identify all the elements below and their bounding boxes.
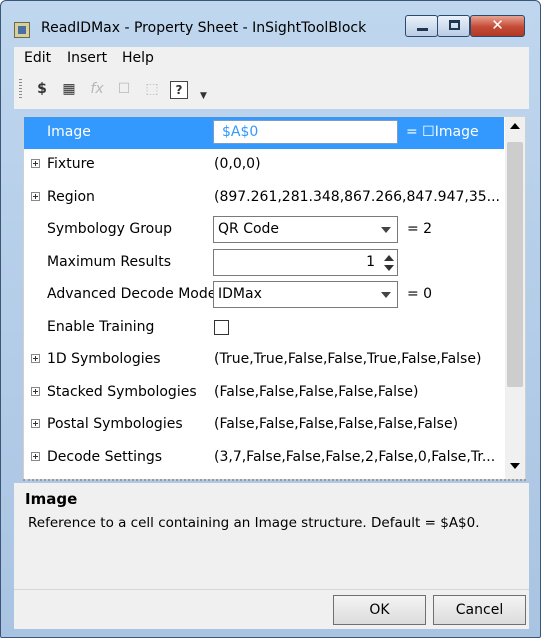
close-button[interactable]: ✕ [470,15,525,37]
property-row-stacked-symbologies[interactable]: Stacked Symbologies (False,False,False,F… [24,377,504,409]
expand-icon[interactable] [31,192,40,201]
menu-insert[interactable]: Insert [67,50,107,66]
expand-icon[interactable] [31,159,40,168]
menu-help[interactable]: Help [122,50,154,66]
property-name: Enable Training [47,319,155,335]
window-title: ReadIDMax - Property Sheet - InSightTool… [41,20,367,36]
function-icon[interactable]: fx [87,79,107,99]
property-value: (897.261,281.348,867.266,847.947,35... [214,189,501,205]
minimize-button[interactable] [405,15,438,37]
property-value: (False,False,False,False,False,False) [214,416,459,432]
ok-button[interactable]: OK [333,595,426,625]
property-name: Image [47,124,91,140]
property-name: Symbology Group [47,221,172,237]
description-text: Reference to a cell containing an Image … [28,515,480,531]
property-row-enable-training[interactable]: Enable Training [24,312,504,344]
chevron-down-icon[interactable] [381,292,391,298]
scroll-thumb[interactable] [507,142,523,387]
property-row-region[interactable]: Region (897.261,281.348,867.266,847.947,… [24,182,504,214]
property-name: Region [47,189,95,205]
scroll-down-icon[interactable] [510,463,520,469]
property-row-symbology-group[interactable]: Symbology Group QR Code = 2 [24,214,504,246]
property-rows: Image $A$0 = ☐Image Fixture (0,0,0) Regi… [24,117,504,479]
close-icon: ✕ [491,16,504,34]
toolbar-overflow-icon[interactable]: ▼ [200,91,207,101]
property-row-advanced-decode-mode[interactable]: Advanced Decode Mode IDMax = 0 [24,279,504,311]
property-name: Stacked Symbologies [47,384,197,400]
chevron-down-icon[interactable] [381,227,391,233]
property-name: Advanced Decode Mode [47,286,217,302]
property-suffix: = 0 [407,286,433,302]
property-name: Postal Symbologies [47,416,183,432]
spin-down-icon[interactable] [384,265,394,271]
property-name: 1D Symbologies [47,351,161,367]
symbology-group-select[interactable]: QR Code [213,216,398,243]
property-row-image[interactable]: Image $A$0 = ☐Image [24,117,504,149]
title-bar[interactable]: ReadIDMax - Property Sheet - InSightTool… [1,1,540,41]
property-value: (3,7,False,False,False,2,False,0,False,T… [214,449,496,465]
select-cell-icon[interactable]: ☐ [114,79,134,99]
property-suffix: = 2 [407,221,433,237]
dialog-button-bar: OK Cancel [14,589,529,629]
property-suffix: = ☐Image [406,124,479,140]
property-name: Maximum Results [47,254,171,270]
property-sheet-window: ReadIDMax - Property Sheet - InSightTool… [0,0,541,638]
vertical-scrollbar[interactable] [505,117,525,479]
cancel-button[interactable]: Cancel [433,595,526,625]
menu-bar: Edit Insert Help [14,47,529,69]
expand-icon[interactable] [31,452,40,461]
menu-edit[interactable]: Edit [24,50,51,66]
property-name: Decode Settings [47,449,163,465]
toolbar-grip-icon[interactable] [19,79,22,99]
property-row-postal-symbologies[interactable]: Postal Symbologies (False,False,False,Fa… [24,409,504,441]
app-icon [14,22,30,38]
property-row-1d-symbologies[interactable]: 1D Symbologies (True,True,False,False,Tr… [24,344,504,376]
description-title: Image [25,490,78,508]
absolute-reference-icon[interactable]: $ [32,79,52,99]
property-row-decode-settings[interactable]: Decode Settings (3,7,False,False,False,2… [24,442,504,474]
select-region-icon[interactable]: ⬚ [142,79,162,99]
maximum-results-stepper[interactable]: 1 [213,249,398,276]
scroll-up-icon[interactable] [510,123,520,129]
advanced-decode-mode-select[interactable]: IDMax [213,281,398,308]
property-value: (True,True,False,False,True,False,False) [214,351,482,367]
expand-icon[interactable] [31,354,40,363]
toolbar: $ ▦ fx ☐ ⬚ ? ▼ [14,69,529,109]
grid-icon[interactable]: ▦ [59,79,79,99]
property-value: (0,0,0) [214,156,261,172]
maximize-button[interactable] [437,15,470,37]
expand-icon[interactable] [31,387,40,396]
help-icon[interactable]: ? [170,81,188,99]
image-reference-input[interactable]: $A$0 [213,120,398,144]
enable-training-checkbox[interactable] [214,320,229,335]
maximize-icon [449,20,460,30]
description-panel: Image Reference to a cell containing an … [14,483,529,589]
property-row-fixture[interactable]: Fixture (0,0,0) [24,149,504,181]
property-grid: Image $A$0 = ☐Image Fixture (0,0,0) Regi… [23,116,526,480]
minimize-icon [417,28,428,31]
property-name: Fixture [47,156,95,172]
expand-icon[interactable] [31,419,40,428]
property-value: (False,False,False,False,False) [214,384,419,400]
property-row-maximum-results[interactable]: Maximum Results 1 [24,247,504,279]
spin-up-icon[interactable] [384,255,394,261]
